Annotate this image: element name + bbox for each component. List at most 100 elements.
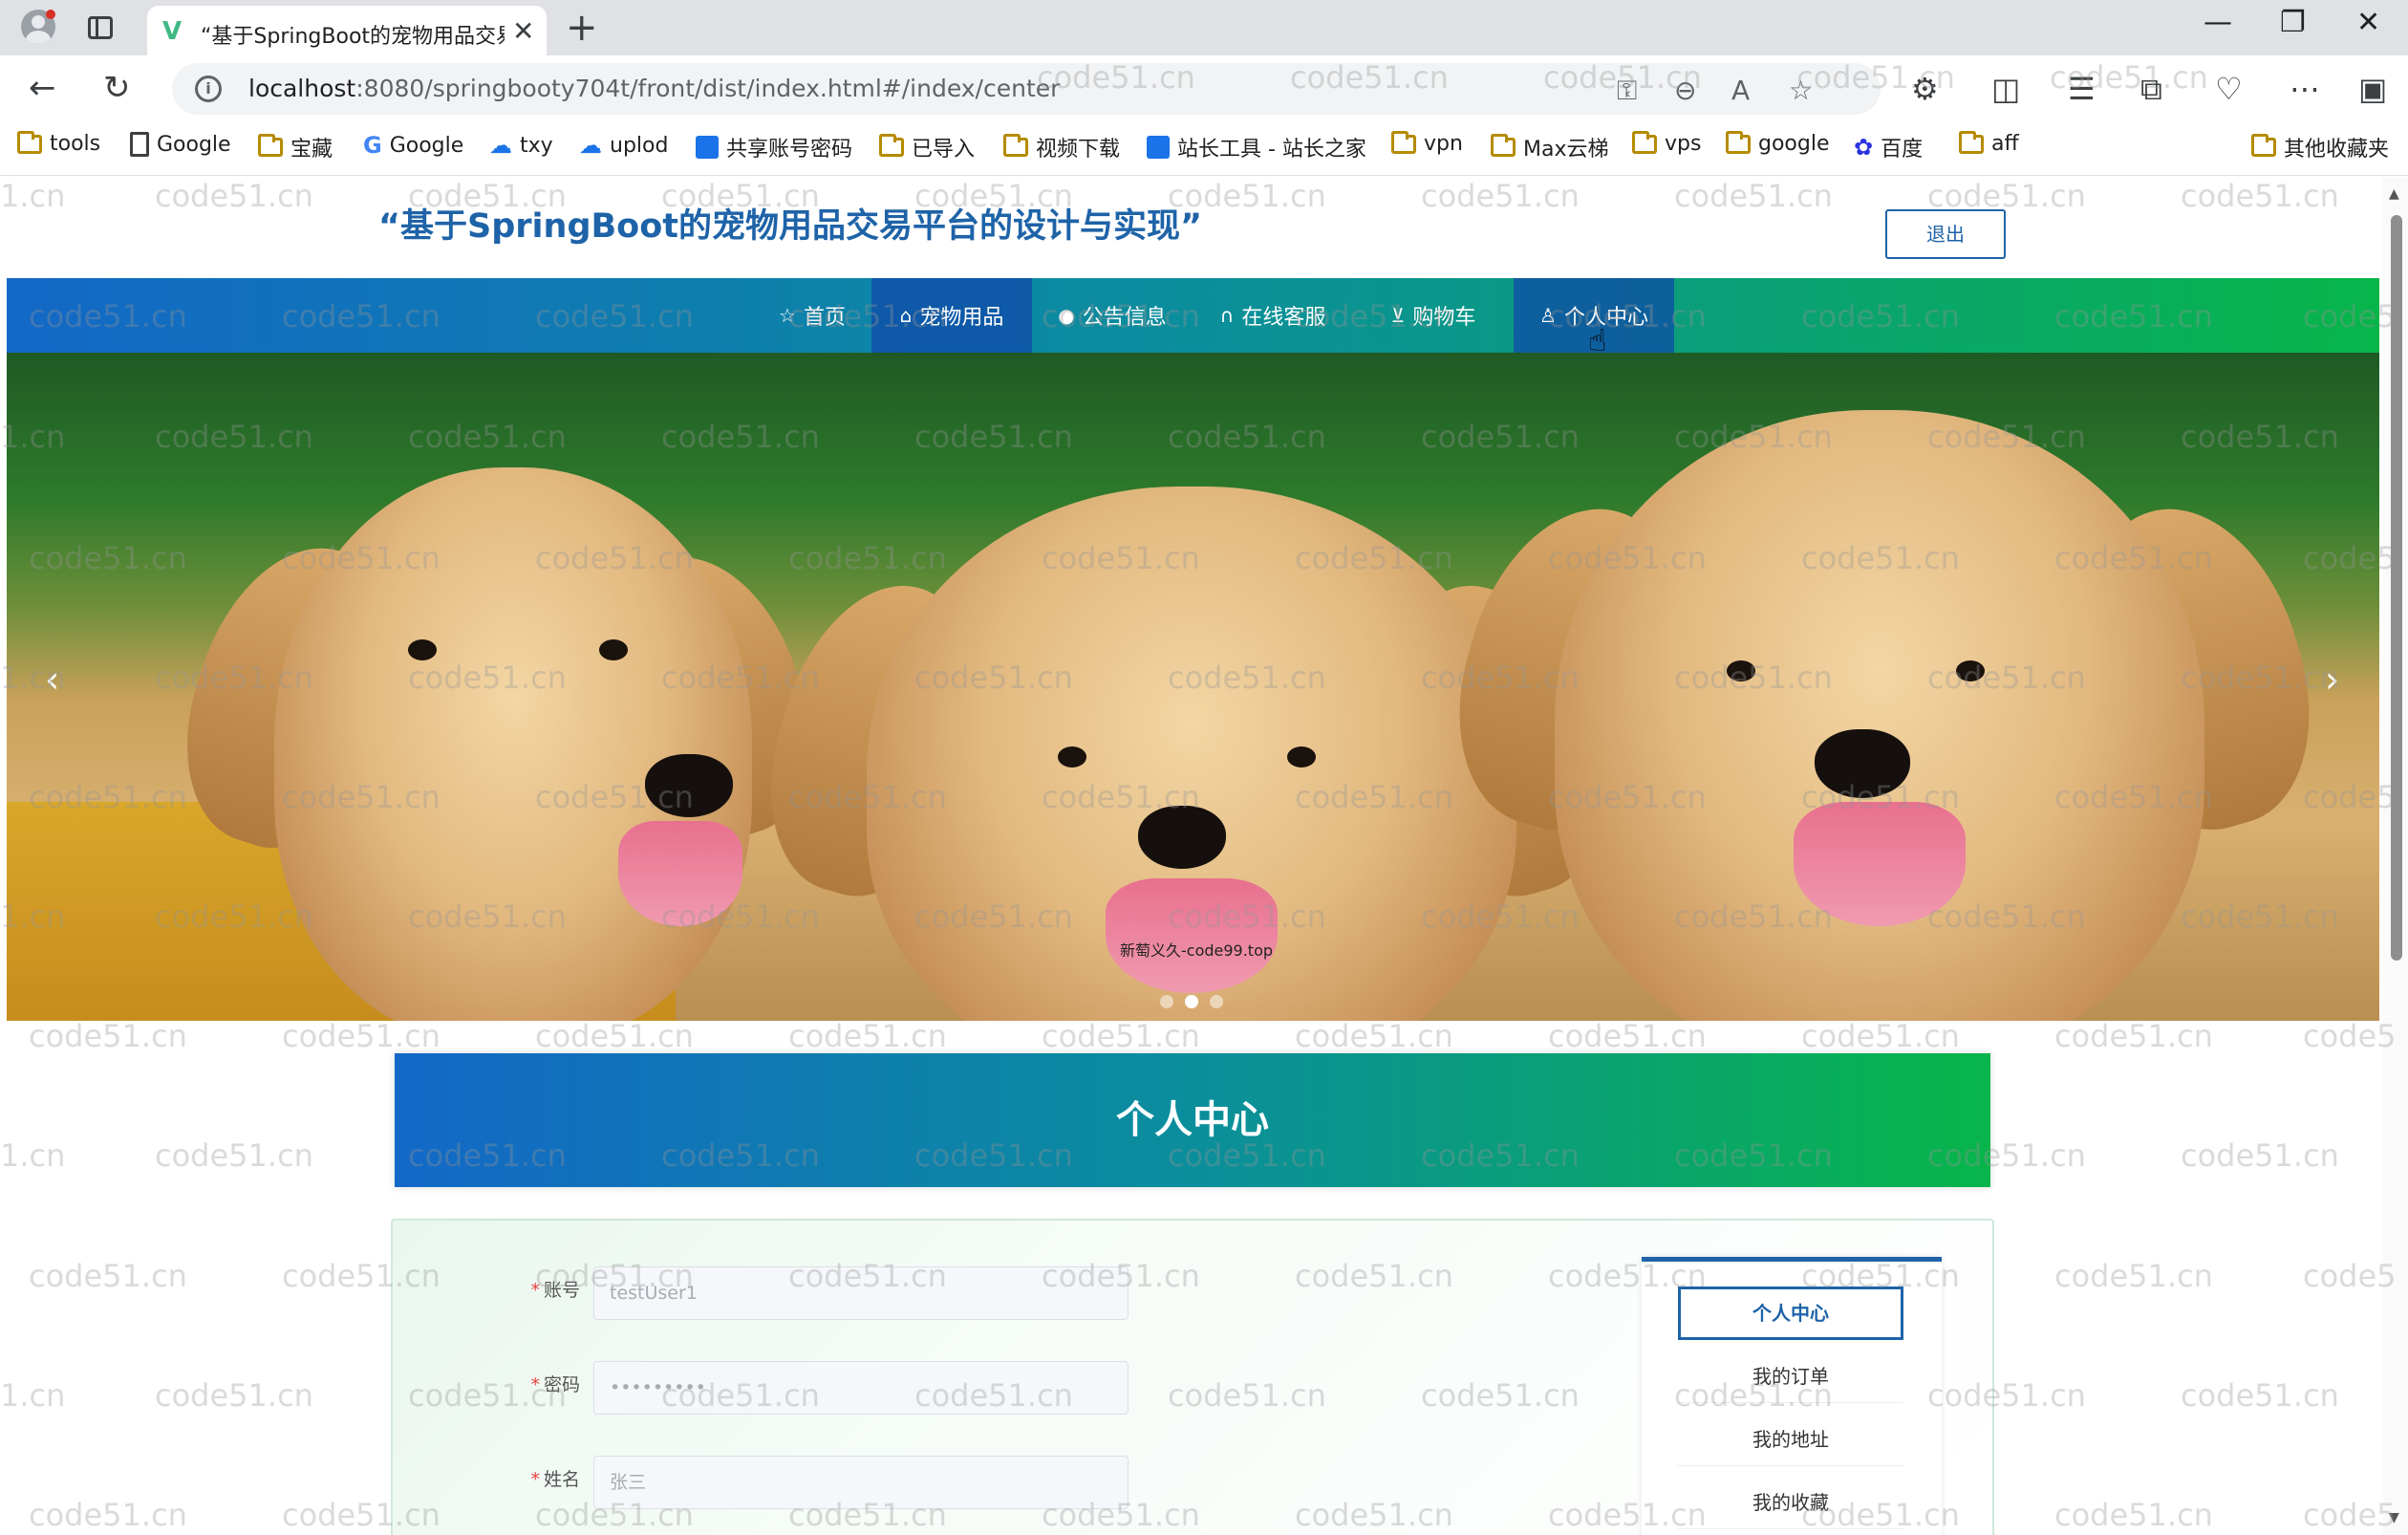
bookmark-uplod[interactable]: ☁ uplod: [579, 132, 668, 159]
baidu-paw-icon: ✿: [1854, 134, 1874, 161]
carousel-indicators: [1160, 995, 1223, 1008]
folder-icon: [2251, 134, 2276, 157]
nav-item-home[interactable]: ☆ 首页: [741, 278, 884, 353]
collections-icon[interactable]: ⧉: [2140, 71, 2162, 108]
favorites-icon[interactable]: ☰: [2068, 71, 2096, 107]
bookmark-google-page[interactable]: Google: [130, 132, 231, 157]
split-screen-icon[interactable]: ◫: [1991, 71, 2020, 107]
banner-watermark-text: 新萄义久-code99.top: [1120, 941, 1274, 960]
main-nav: ☆ 首页 ⌂ 宠物用品 ● 公告信息 ∩ 在线客服 ⊻ 购物车 ♙ 个人中心: [7, 278, 2379, 353]
page-viewport: “基于SpringBoot的宠物用品交易平台的设计与实现” 退出 ☆ 首页 ⌂ 宠物…: [0, 177, 2408, 1535]
puppy-tongue: [1106, 878, 1278, 993]
folder-icon: [1959, 130, 1984, 154]
carousel-dot[interactable]: [1160, 995, 1173, 1008]
star-icon[interactable]: ☆: [1789, 75, 1813, 106]
side-item-personal-center[interactable]: 个人中心: [1678, 1286, 1903, 1340]
nav-item-announcements[interactable]: ● 公告信息: [1032, 278, 1193, 353]
read-aloud-icon[interactable]: A: [1731, 75, 1750, 106]
folder-icon: [1003, 134, 1028, 157]
puppy-eye: [1956, 660, 1985, 681]
star-outline-icon: ☆: [779, 304, 796, 327]
field-label-name: * 姓名: [530, 1469, 580, 1490]
minimize-icon[interactable]: —: [2204, 6, 2232, 39]
carousel-prev-icon[interactable]: ‹: [45, 659, 59, 701]
browser-tab-active[interactable]: V “基于SpringBoot的宠物用品交易平台的设计与实现” ✕: [147, 6, 547, 55]
bookmark-video-download[interactable]: 视频下载: [1003, 132, 1120, 162]
side-item-my-orders[interactable]: 我的订单: [1678, 1350, 1903, 1403]
bookmark-google[interactable]: G Google: [363, 132, 463, 159]
puppy-eye: [1058, 746, 1086, 768]
scroll-up-icon[interactable]: ▲: [2389, 186, 2399, 202]
bookmarks-bar: tools Google 宝藏 G Google ☁ txy ☁ uplod 共享账号…: [0, 122, 2408, 176]
page-scrollbar[interactable]: ▲ ▼: [2383, 177, 2408, 1535]
info-circle-icon: ●: [1058, 304, 1075, 327]
banner-carousel[interactable]: 新萄义久-code99.top ‹ ›: [7, 353, 2379, 1021]
tab-actions-icon[interactable]: [88, 16, 113, 39]
bookmark-aff[interactable]: aff: [1959, 130, 2019, 156]
bookmark-other-favorites[interactable]: 其他收藏夹: [2251, 132, 2389, 162]
scrollbar-thumb[interactable]: [2391, 215, 2402, 961]
carousel-next-icon[interactable]: ›: [2325, 659, 2339, 701]
cloud-icon: ☁: [579, 132, 602, 159]
puppy-right: [1555, 410, 2204, 1021]
logout-button[interactable]: 退出: [1885, 209, 2006, 259]
folder-icon: [1726, 130, 1751, 154]
bookmark-google-folder[interactable]: google: [1726, 130, 1830, 156]
side-item-my-favorites[interactable]: 我的收藏: [1678, 1476, 1903, 1529]
puppy-eye: [408, 639, 437, 660]
scroll-down-icon[interactable]: ▼: [2389, 1510, 2399, 1525]
puppy-tongue: [1794, 802, 1966, 926]
bookmark-tools[interactable]: tools: [17, 130, 100, 156]
bookmark-baozang[interactable]: 宝藏: [258, 132, 333, 162]
performance-icon[interactable]: ♡: [2215, 71, 2243, 107]
restore-icon[interactable]: ❐: [2280, 6, 2306, 39]
nav-item-customer-service[interactable]: ∩ 在线客服: [1193, 278, 1353, 353]
zoom-out-icon[interactable]: ⊖: [1674, 75, 1696, 106]
bookmark-vps[interactable]: vps: [1632, 130, 1701, 156]
bookmark-vpn[interactable]: vpn: [1391, 130, 1463, 156]
puppy-eye: [1287, 746, 1316, 768]
carousel-dot-active[interactable]: [1185, 995, 1198, 1008]
password-input[interactable]: •••••••••: [593, 1361, 1129, 1415]
sidebar-icon[interactable]: ▣: [2358, 71, 2387, 107]
refresh-icon[interactable]: ↻: [103, 69, 131, 107]
nav-item-pet-supplies[interactable]: ⌂ 宠物用品: [871, 278, 1032, 353]
back-icon[interactable]: ←: [29, 69, 56, 107]
puppy-nose: [1138, 806, 1226, 869]
bookmark-imported[interactable]: 已导入: [879, 132, 975, 162]
name-input[interactable]: 张三: [593, 1456, 1129, 1509]
cart-icon: ⊻: [1390, 304, 1406, 327]
bookmark-max-ladder[interactable]: Max云梯: [1491, 132, 1608, 162]
field-label-account: * 账号: [530, 1280, 580, 1301]
section-header: 个人中心: [395, 1053, 1990, 1187]
user-side-menu: 个人中心 我的订单 我的地址 我的收藏: [1642, 1257, 1942, 1535]
account-input[interactable]: testUser1: [593, 1266, 1129, 1320]
notification-dot: [46, 10, 55, 19]
puppy-eye: [1727, 660, 1755, 681]
more-icon[interactable]: ⋯: [2290, 71, 2320, 107]
app-icon: [1147, 136, 1170, 159]
browser-tab-bar: V “基于SpringBoot的宠物用品交易平台的设计与实现” ✕ + — ❐ …: [0, 0, 2408, 55]
carousel-dot[interactable]: [1210, 995, 1223, 1008]
key-icon[interactable]: ⚿: [1617, 75, 1637, 107]
extensions-icon[interactable]: ⚙: [1911, 71, 1939, 107]
profile-content: * 账号 testUser1 * 密码 ••••••••• * 姓名 张三 个人中心 …: [391, 1219, 1994, 1535]
site-title: “基于SpringBoot的宠物用品交易平台的设计与实现”: [378, 207, 1202, 246]
side-item-my-address[interactable]: 我的地址: [1678, 1413, 1903, 1466]
bookmark-shared-accounts[interactable]: 共享账号密码: [696, 132, 852, 162]
site-info-icon[interactable]: i: [195, 76, 222, 102]
headset-icon: ∩: [1219, 304, 1235, 327]
window-close-icon[interactable]: ✕: [2356, 6, 2380, 39]
bookmark-baidu[interactable]: ✿ 百度: [1854, 132, 1923, 162]
address-bar[interactable]: i localhost:8080/springbooty704t/front/d…: [172, 63, 1881, 115]
tab-close-icon[interactable]: ✕: [512, 15, 534, 47]
field-label-password: * 密码: [530, 1374, 580, 1395]
bookmark-chinaz[interactable]: 站长工具 - 站长之家: [1147, 132, 1366, 162]
nav-item-cart[interactable]: ⊻ 购物车: [1353, 278, 1514, 353]
vue-favicon-icon: V: [162, 17, 183, 46]
bookmark-txy[interactable]: ☁ txy: [489, 132, 553, 159]
folder-icon: [17, 130, 42, 154]
new-tab-icon[interactable]: +: [566, 6, 598, 50]
url-text[interactable]: localhost:8080/springbooty704t/front/dis…: [248, 75, 1060, 102]
cloud-icon: ☁: [489, 132, 512, 159]
